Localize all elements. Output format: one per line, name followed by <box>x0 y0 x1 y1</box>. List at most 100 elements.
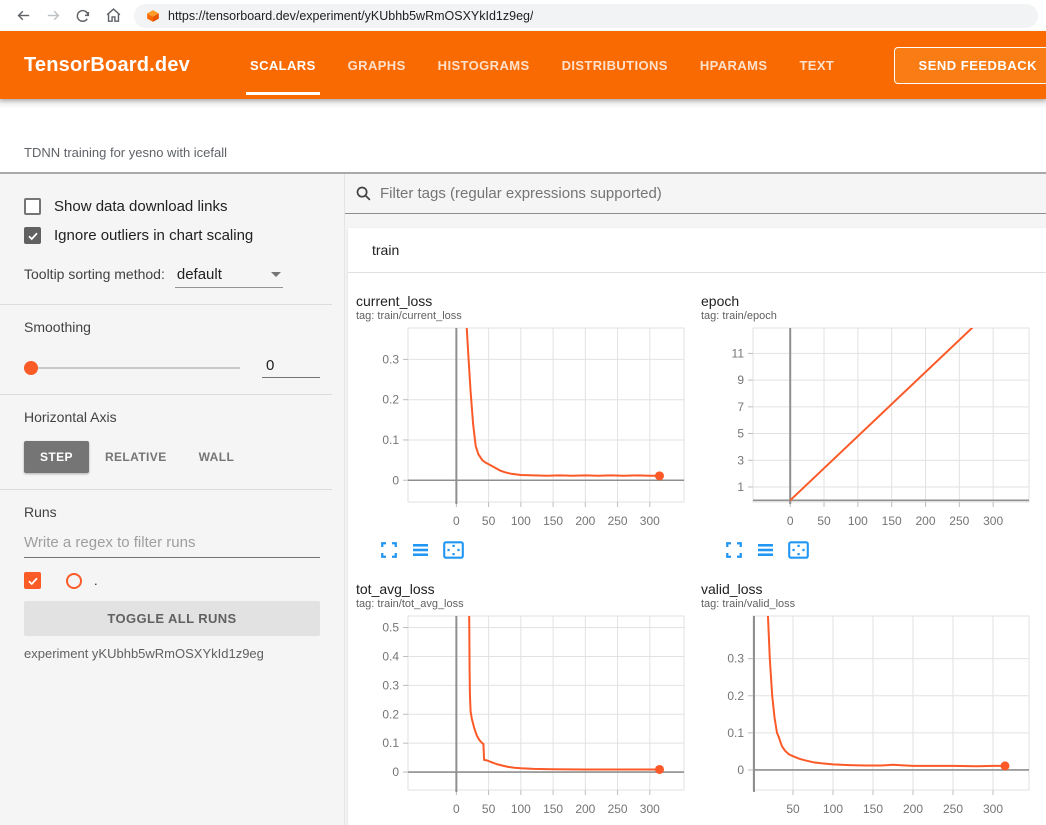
svg-text:300: 300 <box>640 802 660 816</box>
svg-text:0.2: 0.2 <box>727 689 744 703</box>
chart-card-current_loss: current_losstag: train/current_loss05010… <box>348 273 693 561</box>
svg-text:0.4: 0.4 <box>382 649 399 663</box>
chart-tag: tag: train/tot_avg_loss <box>356 598 693 610</box>
run-name: . <box>94 573 98 588</box>
svg-text:0.3: 0.3 <box>727 652 744 666</box>
line-chart[interactable]: 05010015020025030000.10.20.30.40.5 <box>356 614 690 820</box>
chart-title: valid_loss <box>701 581 1038 597</box>
line-chart[interactable]: 0501001502002503001357911 <box>701 326 1035 532</box>
run-checkbox-checked-icon[interactable] <box>24 572 41 589</box>
svg-text:3: 3 <box>737 453 744 467</box>
tab-histograms[interactable]: HISTOGRAMS <box>422 31 546 99</box>
expand-chart-icon[interactable] <box>725 541 743 559</box>
smoothing-value[interactable]: 0 <box>262 357 320 378</box>
svg-text:150: 150 <box>863 802 883 816</box>
runs-selector-icon[interactable] <box>756 541 775 559</box>
show-download-links-checkbox[interactable]: Show data download links <box>24 198 320 215</box>
svg-text:0.1: 0.1 <box>382 736 399 750</box>
svg-text:150: 150 <box>543 802 563 816</box>
svg-text:250: 250 <box>608 514 628 528</box>
runs-label: Runs <box>24 504 320 520</box>
svg-text:0: 0 <box>453 802 460 816</box>
expand-chart-icon[interactable] <box>380 541 398 559</box>
chart-tag: tag: train/valid_loss <box>701 598 1038 610</box>
tab-graphs[interactable]: GRAPHS <box>332 31 422 99</box>
svg-text:50: 50 <box>817 514 831 528</box>
url-text: https://tensorboard.dev/experiment/yKUbh… <box>168 9 533 23</box>
filter-tags-input[interactable] <box>380 185 1046 202</box>
svg-text:300: 300 <box>983 802 1003 816</box>
line-chart[interactable]: 05010015020025030000.10.20.3 <box>356 326 690 532</box>
svg-text:0.3: 0.3 <box>382 352 399 366</box>
svg-text:150: 150 <box>543 514 563 528</box>
svg-text:150: 150 <box>882 514 902 528</box>
train-section-header[interactable]: train <box>348 228 1046 273</box>
svg-text:300: 300 <box>640 514 660 528</box>
svg-text:200: 200 <box>575 514 595 528</box>
svg-text:0: 0 <box>392 473 399 487</box>
svg-text:5: 5 <box>737 427 744 441</box>
address-bar[interactable]: https://tensorboard.dev/experiment/yKUbh… <box>134 4 1038 28</box>
ignore-outliers-checkbox[interactable]: Ignore outliers in chart scaling <box>24 227 320 244</box>
svg-text:100: 100 <box>823 802 843 816</box>
run-color-swatch-icon <box>66 573 82 589</box>
svg-text:0.2: 0.2 <box>382 393 399 407</box>
fit-domain-icon[interactable] <box>788 541 809 559</box>
chart-card-epoch: epochtag: train/epoch0501001502002503001… <box>693 273 1038 561</box>
svg-text:100: 100 <box>511 802 531 816</box>
run-row: . <box>24 572 320 589</box>
svg-text:7: 7 <box>737 400 744 414</box>
svg-text:0: 0 <box>737 763 744 777</box>
home-icon[interactable] <box>98 3 128 29</box>
svg-text:200: 200 <box>575 802 595 816</box>
svg-text:0.1: 0.1 <box>382 433 399 447</box>
svg-text:0.1: 0.1 <box>727 726 744 740</box>
chart-actions <box>380 541 693 559</box>
svg-text:0.5: 0.5 <box>382 621 399 635</box>
tooltip-sorting-select[interactable]: default <box>175 266 283 288</box>
axis-relative-button[interactable]: RELATIVE <box>89 441 183 473</box>
tab-hparams[interactable]: HPARAMS <box>684 31 784 99</box>
toggle-all-runs-button[interactable]: TOGGLE ALL RUNS <box>24 601 320 636</box>
svg-text:0.2: 0.2 <box>382 707 399 721</box>
runs-regex-input[interactable] <box>24 528 320 558</box>
svg-text:50: 50 <box>786 802 800 816</box>
svg-text:9: 9 <box>737 373 744 387</box>
tab-distributions[interactable]: DISTRIBUTIONS <box>546 31 684 99</box>
horizontal-axis-label: Horizontal Axis <box>24 409 320 425</box>
axis-step-button[interactable]: STEP <box>24 441 89 473</box>
app-header: TensorBoard.dev SCALARS GRAPHS HISTOGRAM… <box>0 31 1046 99</box>
fit-domain-icon[interactable] <box>443 541 464 559</box>
svg-text:11: 11 <box>732 346 745 360</box>
chart-tag: tag: train/epoch <box>701 310 1038 322</box>
slider-thumb[interactable] <box>24 361 38 375</box>
svg-text:200: 200 <box>903 802 923 816</box>
search-icon <box>355 185 372 202</box>
train-section-card: train current_losstag: train/current_los… <box>348 228 1046 825</box>
chart-card-tot_avg_loss: tot_avg_losstag: train/tot_avg_loss05010… <box>348 561 693 825</box>
forward-icon[interactable] <box>38 3 68 29</box>
svg-text:50: 50 <box>482 514 496 528</box>
smoothing-label: Smoothing <box>24 319 320 335</box>
tab-text[interactable]: TEXT <box>783 31 850 99</box>
chart-actions <box>725 541 1038 559</box>
svg-text:200: 200 <box>915 514 935 528</box>
filter-tags-row <box>345 174 1046 214</box>
back-icon[interactable] <box>8 3 38 29</box>
chart-title: tot_avg_loss <box>356 581 693 597</box>
smoothing-slider[interactable] <box>24 367 240 369</box>
scalars-dashboard: train current_losstag: train/current_los… <box>345 174 1046 825</box>
svg-text:0: 0 <box>392 765 399 779</box>
send-feedback-button[interactable]: SEND FEEDBACK <box>894 47 1046 84</box>
checkbox-unchecked-icon <box>24 198 41 215</box>
axis-wall-button[interactable]: WALL <box>183 441 251 473</box>
charts-grid: current_losstag: train/current_loss05010… <box>348 273 1046 825</box>
runs-selector-icon[interactable] <box>411 541 430 559</box>
reload-icon[interactable] <box>68 3 98 29</box>
chart-title: epoch <box>701 293 1038 309</box>
svg-text:300: 300 <box>983 514 1003 528</box>
settings-sidebar: Show data download links Ignore outliers… <box>0 174 345 825</box>
line-chart[interactable]: 5010015020025030000.10.20.3 <box>701 614 1035 820</box>
tab-scalars[interactable]: SCALARS <box>234 31 332 99</box>
svg-text:100: 100 <box>511 514 531 528</box>
